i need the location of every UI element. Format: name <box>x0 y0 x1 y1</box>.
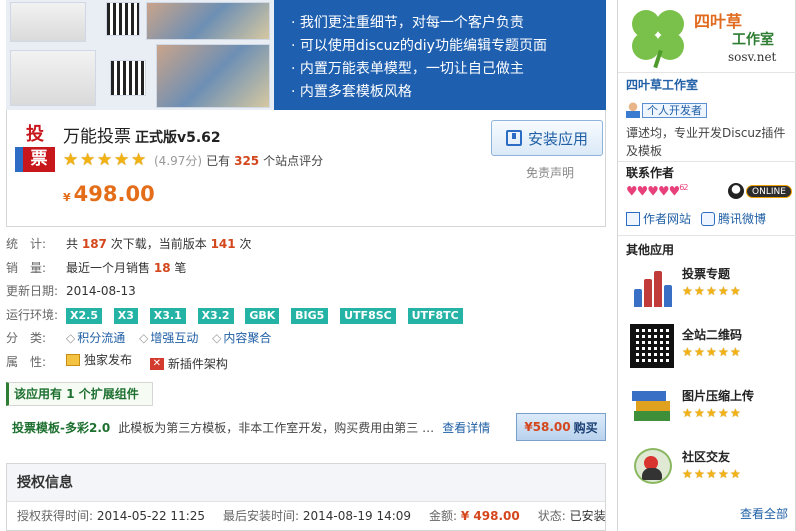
stats-update-date: 更新日期: 2014-08-13 <box>6 284 136 298</box>
category-link[interactable]: 增强互动 <box>139 331 198 345</box>
app-stats: 统 计: 共 187 次下载，当前版本 141 次 销 量: 最近一个月销售 1… <box>6 233 606 374</box>
author-website-link[interactable]: 作者网站 <box>626 210 691 227</box>
auth-obtained-time: 2014-05-22 11:25 <box>96 509 206 523</box>
star-icon: ★ <box>131 150 147 170</box>
other-apps-title: 其他应用 <box>626 243 675 257</box>
disclaimer-link[interactable]: 免责声明 <box>526 164 574 181</box>
stats-downloads: 统 计: 共 187 次下载，当前版本 141 次 <box>6 237 252 251</box>
env-tag: X2.5 <box>66 307 102 324</box>
extension-details-link[interactable]: 查看详情 <box>442 419 490 436</box>
author-name-link[interactable]: 四叶草工作室 <box>626 76 698 93</box>
app-edition: 正式版v5.62 <box>135 130 221 146</box>
other-app-item[interactable]: 投票专题 ★ ★ ★ ★ ★ <box>626 263 788 313</box>
developer-badge: 个人开发者 <box>626 102 707 118</box>
person-icon <box>626 102 640 118</box>
env-tag: UTF8SC <box>340 307 396 324</box>
new-architecture-attribute: ✕ 新插件架构 <box>149 353 228 377</box>
qr-code-app-icon <box>630 324 674 368</box>
clover-logo-icon <box>626 6 690 70</box>
app-rating-stars: ★ ★ ★ ★ ★ <box>682 406 741 420</box>
env-tag: X3.2 <box>197 307 234 324</box>
rating-score: (4.97分) <box>154 154 203 168</box>
app-info-panel: 投 票 万能投票 正式版v5.62 ★ ★ ★ ★ ★ (4.97分) 已有 32… <box>6 110 606 227</box>
extension-name-link[interactable]: 投票模板-多彩2.0 <box>12 419 110 436</box>
env-tag: GBK <box>245 307 280 324</box>
extension-buy-button[interactable]: ¥58.00 购买 <box>516 413 606 441</box>
app-rating: ★ ★ ★ ★ ★ (4.97分) 已有 325 个站点评分 <box>63 150 324 170</box>
see-all-apps-link[interactable]: 查看全部 <box>740 505 788 522</box>
rating-count: 325 <box>234 153 260 168</box>
env-tag: UTF8TC <box>407 307 463 324</box>
stats-environment: 运行环境: X2.5 X3 X3.1 X3.2 GBK BIG5 UTF8SC … <box>6 304 606 328</box>
category-link[interactable]: 积分流通 <box>66 331 125 345</box>
app-rating-stars: ★ ★ ★ ★ ★ <box>682 345 741 359</box>
other-app-item[interactable]: 社区交友 ★ ★ ★ ★ ★ <box>626 446 788 496</box>
extension-header: 该应用有 1 个扩展组件 <box>6 382 153 406</box>
author-logo[interactable]: 四叶草 工作室 sosv.net <box>626 6 788 70</box>
author-description: 谭述均，专业开发Discuz插件及模板 <box>626 126 786 158</box>
auth-amount: ¥ 498.00 <box>460 509 520 523</box>
stats-categories: 分 类: 积分流通 增强互动 内容聚合 <box>6 327 606 351</box>
credit-hearts: ♥♥♥♥♥62 <box>626 183 688 200</box>
author-sidebar: 四叶草 工作室 sosv.net 四叶草工作室 个人开发者 谭述均，专业开发Di… <box>617 0 796 531</box>
authorization-panel: 授权信息 授权获得时间: 2014-05-22 11:25 最后安装时间: 20… <box>6 463 606 531</box>
authorization-title: 授权信息 <box>7 464 605 502</box>
star-icon: ★ <box>63 150 79 170</box>
bar-chart-app-icon <box>630 263 674 307</box>
authorization-details: 授权获得时间: 2014-05-22 11:25 最后安装时间: 2014-08… <box>7 502 606 530</box>
app-logo: 投 票 <box>15 122 55 172</box>
banner-feature: · 内置多套模板风格 <box>291 84 412 100</box>
banner-feature: · 可以使用discuz的diy功能编辑专题页面 <box>291 38 547 54</box>
qq-online-button[interactable]: ONLINE <box>728 183 792 199</box>
app-rating-stars: ★ ★ ★ ★ ★ <box>682 284 741 298</box>
exclusive-attribute: 独家发布 <box>66 349 132 373</box>
banner-feature: · 内置万能表单模型，一切让自己做主 <box>291 61 524 77</box>
other-app-item[interactable]: 全站二维码 ★ ★ ★ ★ ★ <box>626 324 788 374</box>
weibo-icon <box>701 211 716 226</box>
banner-feature: · 我们更注重细节，对每一个客户负责 <box>291 15 524 31</box>
extension-description: 此模板为第三方模板，非本工作室开发，购买费用由第三 … <box>118 420 435 435</box>
books-app-icon <box>630 385 674 429</box>
install-app-button[interactable]: 安装应用 <box>491 120 603 156</box>
env-tag: X3.1 <box>149 307 186 324</box>
plugin-icon: ✕ <box>149 358 164 371</box>
auth-status: 已安装 <box>569 509 606 523</box>
stats-attributes: 属 性: 独家发布 ✕ 新插件架构 <box>6 351 606 375</box>
star-icon: ★ <box>80 150 96 170</box>
env-tag: X3 <box>113 307 138 324</box>
star-icon: ★ <box>114 150 130 170</box>
rating-stars: ★ ★ ★ ★ ★ <box>63 152 148 169</box>
category-link[interactable]: 内容聚合 <box>212 331 271 345</box>
auth-last-install-time: 2014-08-19 14:09 <box>302 509 412 523</box>
banner-screenshots <box>6 0 274 110</box>
app-title: 万能投票 正式版v5.62 <box>63 127 221 147</box>
app-price: ¥498.00 <box>63 182 155 206</box>
website-icon <box>626 211 640 226</box>
banner-feature-list: · 我们更注重细节，对每一个客户负责 · 可以使用discuz的diy功能编辑专… <box>291 12 547 104</box>
other-app-item[interactable]: 图片压缩上传 ★ ★ ★ ★ ★ <box>626 385 788 435</box>
tencent-weibo-link[interactable]: 腾讯微博 <box>701 210 766 227</box>
star-icon: ★ <box>97 150 113 170</box>
exclusive-icon <box>66 354 80 367</box>
stats-sales: 销 量: 最近一个月销售 18 笔 <box>6 260 187 275</box>
app-rating-stars: ★ ★ ★ ★ ★ <box>682 467 741 481</box>
social-app-icon <box>630 446 674 490</box>
env-tag: BIG5 <box>291 307 329 324</box>
contact-author-title: 联系作者 <box>626 166 675 180</box>
extension-item: 投票模板-多彩2.0 此模板为第三方模板，非本工作室开发，购买费用由第三 … 查… <box>12 413 606 441</box>
qq-icon <box>728 183 744 199</box>
app-banner: · 我们更注重细节，对每一个客户负责 · 可以使用discuz的diy功能编辑专… <box>6 0 606 110</box>
download-icon <box>505 130 522 146</box>
